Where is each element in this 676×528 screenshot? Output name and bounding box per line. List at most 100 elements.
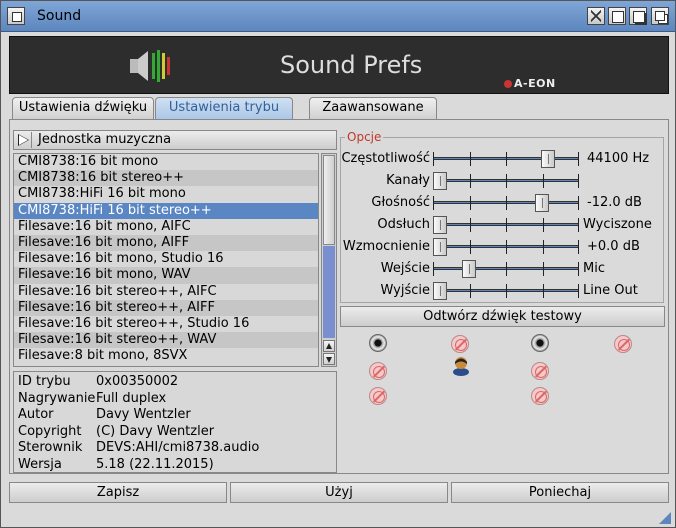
volume-slider[interactable] [433,194,579,212]
mode-list-item[interactable]: Filesave:16 bit stereo++, Studio 16 [14,316,318,332]
input-slider[interactable] [433,260,579,278]
slider-tick [433,152,434,166]
slider-tick [506,218,507,232]
listener-icon [453,357,469,376]
slider-tick [543,174,544,188]
channels-slider[interactable] [433,172,579,190]
gain-value: +0.0 dB [587,239,640,254]
mode-list-item[interactable]: Filesave:16 bit mono, AIFF [14,234,318,252]
tab-sound-settings[interactable]: Ustawienia dźwięku [12,97,154,119]
tab-advanced[interactable]: Zaawansowane [309,97,437,119]
slider-tick [543,240,544,254]
brand-dot-icon [504,80,512,88]
info-key: ID trybu [18,374,71,389]
scroll-down-icon[interactable] [323,353,335,365]
monitor-slider[interactable] [433,216,579,234]
gain-slider[interactable] [433,238,579,256]
mode-list-item[interactable]: Filesave:16 bit mono, AIFC [14,219,318,235]
slider-tick [506,284,507,298]
output-value: Line Out [583,283,638,298]
slider-knob[interactable] [433,238,447,256]
speaker-logo-icon [130,50,170,82]
slider-tick [470,218,471,232]
tab-mode-settings[interactable]: Ustawienia trybu [155,97,293,120]
slider-knob[interactable] [541,150,555,168]
slider-knob[interactable] [535,194,549,212]
mode-list-item[interactable]: Filesave:16 bit stereo++, WAV [14,332,318,349]
slider-tick [470,284,471,298]
banner: Sound Prefs A-EON [9,36,669,94]
cancel-button[interactable]: Poniechaj [451,482,669,503]
mode-list-item[interactable]: CMI8738:16 bit mono [14,154,318,170]
window-title: Sound [37,8,82,24]
music-unit-button[interactable]: Jednostka muzyczna [13,130,337,150]
speaker-front-right-icon[interactable] [531,334,549,352]
mode-list[interactable]: CMI8738:16 bit mono CMI8738:16 bit stereo… [13,153,319,367]
mode-info-panel: ID trybu 0x00350002 NagrywanieFull duplex… [13,371,337,473]
slider-knob[interactable] [462,260,476,278]
info-value: DEVS:AHI/cmi8738.audio [96,440,260,455]
info-value: 5.18 (22.11.2015) [96,456,214,472]
speaker-rear-left-icon[interactable] [369,387,387,405]
title-bar[interactable]: Sound [1,1,675,32]
gain-label: Wzmocnienie [342,239,430,254]
info-key: Wersja [18,456,62,472]
scrollbar-thumb[interactable] [323,155,335,245]
mode-list-item[interactable]: CMI8738:HiFi 16 bit mono [14,186,318,202]
monitor-value: Wyciszone [583,217,652,232]
mode-list-item[interactable]: CMI8738:16 bit stereo++ [14,170,318,187]
depth-icon[interactable] [651,7,669,25]
info-key: Copyright [18,423,82,439]
info-key: Autor [18,407,54,422]
slider-knob[interactable] [433,216,447,234]
slider-tick [470,174,471,188]
slider-tick [506,196,507,210]
use-button[interactable]: Użyj [230,482,448,503]
slider-knob[interactable] [433,282,447,300]
mode-list-item[interactable]: CMI8738:HiFi 16 bit stereo++ [14,202,318,219]
input-label: Wejście [380,261,430,276]
scroll-up-icon[interactable] [323,340,335,352]
mode-list-item[interactable]: Filesave:16 bit stereo++, AIFC [14,284,318,300]
volume-value: -12.0 dB [587,195,642,210]
output-slider[interactable] [433,282,579,300]
options-legend: Opcje [345,130,384,144]
speaker-side-right-icon[interactable] [531,362,549,380]
music-unit-label: Jednostka muzyczna [38,132,172,147]
play-test-sound-button[interactable]: Odtwórz dźwięk testowy [340,306,665,327]
slider-tick [433,262,434,276]
speaker-subwoofer-icon[interactable] [614,335,632,353]
mode-list-item[interactable]: Filesave:16 bit mono, Studio 16 [14,251,318,267]
mode-list-scrollbar[interactable] [321,153,337,367]
mode-list-item[interactable]: Filesave:16 bit stereo++, AIFF [14,299,318,316]
slider-knob[interactable] [433,172,447,190]
speaker-front-center-icon[interactable] [451,335,469,353]
scrollbar-track[interactable] [323,246,335,338]
info-row-author: Autor Davy Wentzler [18,407,332,424]
slider-tick [543,262,544,276]
frequency-label: Częstotliwość [341,151,430,166]
frequency-slider[interactable] [433,150,579,168]
info-row-version: Wersja 5.18 (22.11.2015) [18,457,332,474]
info-value: (C) Davy Wentzler [96,423,215,439]
resize-grip-icon[interactable] [657,510,671,524]
banner-title: Sound Prefs [280,51,423,79]
iconify-icon[interactable] [587,7,605,25]
info-key: Nagrywanie [18,390,96,406]
slider-tick [470,152,471,166]
mode-list-item[interactable]: Filesave:16 bit mono, WAV [14,267,318,284]
speaker-side-left-icon[interactable] [369,362,387,380]
speaker-rear-right-icon[interactable] [531,387,549,405]
slider-tick [506,174,507,188]
slider-tick [578,284,579,298]
close-window-icon[interactable] [7,7,25,25]
slider-tick [470,196,471,210]
info-row-recording: NagrywanieFull duplex [18,391,332,408]
input-value: Mic [583,261,605,276]
speaker-front-left-icon[interactable] [369,334,387,352]
zoom-icon[interactable] [608,7,626,25]
save-button[interactable]: Zapisz [9,482,227,503]
mode-list-item[interactable]: Filesave:8 bit mono, 8SVX [14,348,318,364]
info-row-mode-id: ID trybu 0x00350002 [18,374,332,391]
maximize-icon[interactable] [629,7,647,25]
